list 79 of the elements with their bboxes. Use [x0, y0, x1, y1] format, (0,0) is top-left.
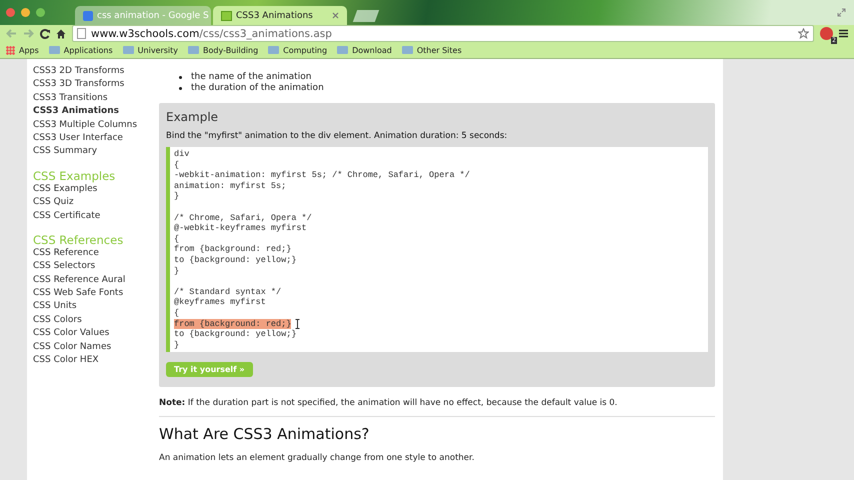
sidebar-link[interactable]: CSS Color Values	[33, 327, 155, 341]
star-icon[interactable]	[798, 28, 809, 39]
bookmark[interactable]: Computing	[268, 46, 328, 54]
sidebar-link[interactable]: CSS Reference Aural	[33, 274, 155, 288]
code-line: animation: myfirst 5s;	[174, 180, 288, 192]
fullscreen-icon[interactable]	[837, 8, 846, 17]
list-item: the duration of the animation	[191, 83, 324, 94]
favicon	[83, 10, 93, 20]
bookmark[interactable]: Other Sites	[402, 46, 462, 54]
section-heading: What Are CSS3 Animations?	[159, 425, 370, 444]
code-line: -webkit-animation: myfirst 5s; /* Chrome, Safari, Opera */	[174, 170, 471, 181]
code-line: div	[174, 149, 190, 160]
bullet-icon	[179, 76, 182, 79]
code-line: @keyframes myfirst	[174, 297, 267, 308]
sidebar-link[interactable]: CSS Web Safe Fonts	[33, 287, 155, 300]
code-line: @-webkit-keyframes myfirst	[174, 223, 308, 234]
close-icon[interactable]	[332, 12, 339, 19]
sidebar-link[interactable]: CSS Color Names	[33, 340, 155, 354]
code-line: to {background: yellow;}	[174, 329, 298, 340]
code-line: {	[174, 308, 180, 318]
code-line: {	[174, 160, 180, 170]
paragraph: An animation lets an element gradually change from one style to another.	[159, 453, 476, 464]
code-line: to {background: yellow;}	[174, 254, 298, 266]
code-line: from {background: red;}	[174, 318, 704, 330]
folder-icon	[188, 46, 200, 54]
example-title: Example	[166, 110, 220, 124]
address-bar[interactable]: www.w3schools.com/css/css3_animations.asp	[72, 25, 814, 42]
home-icon[interactable]	[56, 28, 66, 38]
apps-grid-icon	[6, 46, 15, 54]
bookmark[interactable]: Apps	[6, 46, 39, 54]
folder-icon	[268, 46, 280, 54]
example-description: Bind the "myfirst" animation to the div element. Animation duration: 5 seconds:	[166, 131, 508, 141]
code-line: }	[174, 340, 180, 350]
sidebar-link[interactable]: CSS Summary	[33, 145, 155, 159]
new-tab-button[interactable]	[352, 10, 380, 22]
folder-icon	[402, 46, 413, 54]
page-icon	[77, 28, 86, 39]
sidebar-link[interactable]: CSS3 Animations	[33, 105, 155, 119]
sidebar-link[interactable]: CSS Units	[33, 300, 155, 314]
sidebar-link[interactable]: CSS Certificate	[33, 210, 155, 223]
code-line: }	[174, 191, 180, 202]
sidebar-link[interactable]: CSS3 User Interface	[33, 132, 155, 146]
bullet-icon	[179, 87, 182, 90]
sidebar-link[interactable]: CSS Selectors	[33, 260, 155, 274]
bookmark[interactable]: University	[122, 46, 178, 54]
tab-title: css animation - Google S	[97, 10, 209, 20]
code-line: /* Chrome, Safari, Opera */	[174, 212, 313, 224]
sidebar-link[interactable]: CSS3 3D Transforms	[33, 78, 155, 92]
url-text: www.w3schools.com/css/css3_animations.asp	[91, 28, 333, 40]
sidebar-link[interactable]: CSS3 Transitions	[33, 92, 155, 106]
code-line: from {background: red;}	[174, 244, 292, 255]
forward-icon[interactable]	[23, 29, 34, 38]
bookmark[interactable]: Body-Building	[188, 46, 258, 54]
code-line: {	[174, 234, 180, 244]
bookmark[interactable]: Applications	[48, 46, 113, 54]
sidebar-link[interactable]: CSS3 Multiple Columns	[33, 118, 155, 132]
sidebar-link[interactable]: CSS Color HEX	[33, 354, 155, 368]
folder-icon	[337, 46, 348, 54]
sidebar-link[interactable]: CSS3 2D Transforms	[33, 65, 155, 78]
sidebar-link[interactable]: CSS Colors	[33, 314, 155, 328]
note-text: Note: If the duration part is not specified, the animation will have no effect, because the default value is 0.	[159, 398, 715, 418]
sidebar-heading: CSS References	[33, 232, 124, 247]
folder-icon	[122, 46, 134, 54]
text-cursor-icon	[295, 318, 300, 329]
list-item: the name of the animation	[191, 72, 312, 83]
back-icon[interactable]	[6, 29, 17, 38]
sidebar-link[interactable]: CSS Examples	[33, 182, 155, 196]
code-line: /* Standard syntax */	[174, 286, 282, 298]
code-line: }	[174, 266, 180, 276]
folder-icon	[48, 46, 60, 54]
tab-title: CSS3 Animations	[236, 10, 314, 20]
favicon	[221, 10, 232, 20]
browser-tab[interactable]: CSS3 Animations	[213, 6, 347, 25]
sidebar-heading: CSS Examples	[33, 168, 116, 183]
menu-icon[interactable]	[839, 29, 848, 38]
sidebar-link[interactable]: CSS Reference	[33, 246, 155, 260]
sidebar-link[interactable]: CSS Quiz	[33, 196, 155, 210]
reload-icon[interactable]	[40, 28, 50, 38]
bookmark[interactable]: Download	[337, 46, 392, 54]
